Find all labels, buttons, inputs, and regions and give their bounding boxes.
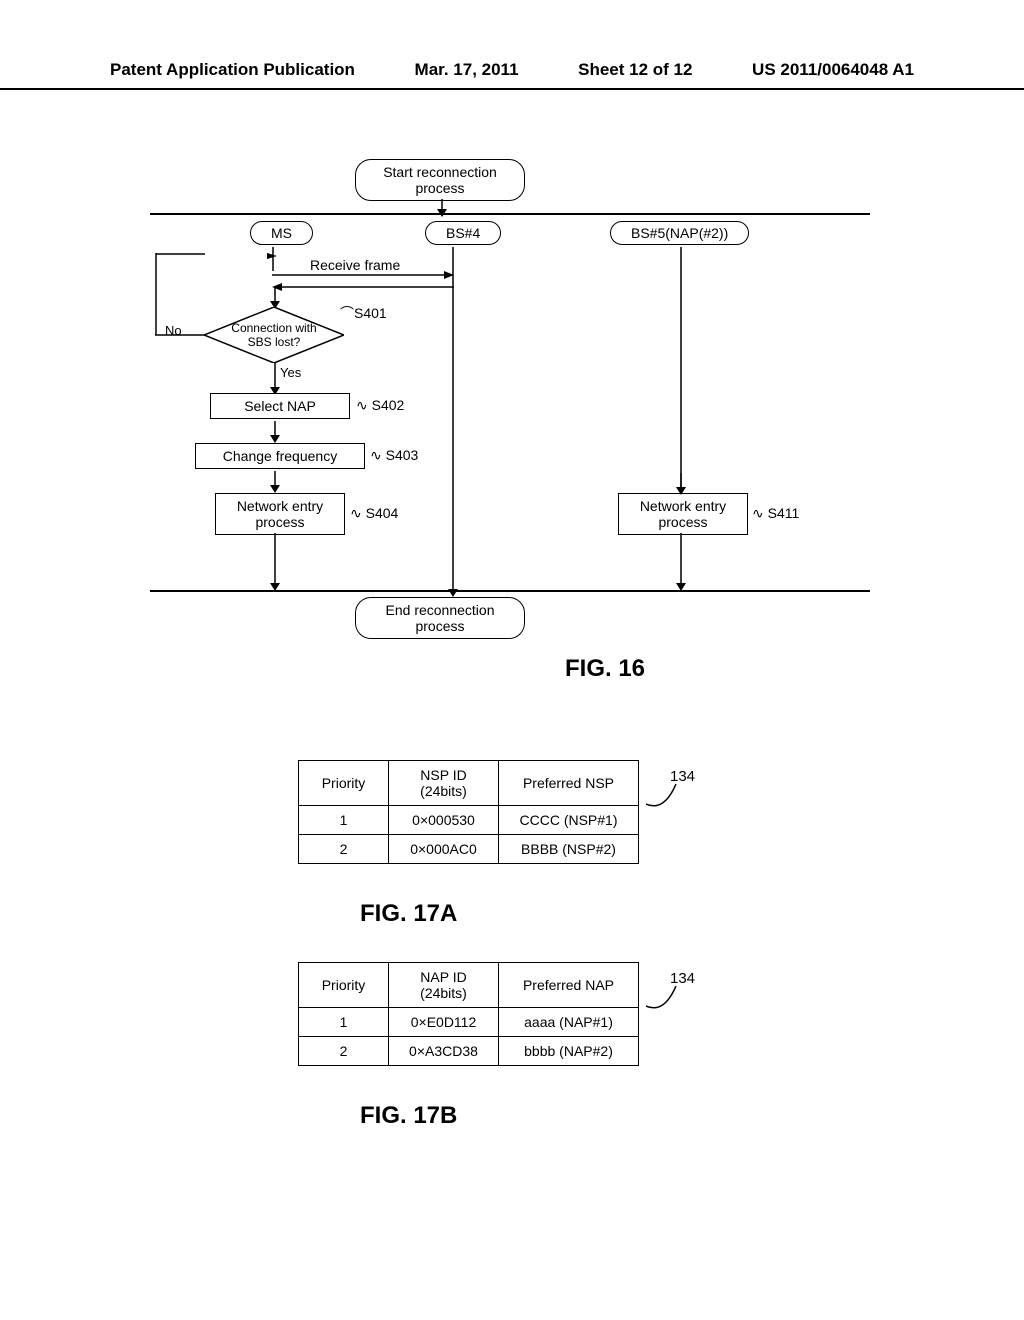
header-pubno: US 2011/0064048 A1: [752, 60, 914, 80]
fig17a-label: FIG. 17A: [360, 900, 457, 928]
table-row: 1 0×000530 CCCC (NSP#1): [299, 806, 639, 835]
callout-curve-icon: [646, 784, 682, 812]
net-entry-bs5-box: Network entry process: [618, 493, 748, 535]
lane-ms: MS: [250, 221, 313, 245]
label-s404: ∿ S404: [350, 505, 398, 522]
end-text: End reconnection process: [386, 602, 495, 634]
ms-line-1: [272, 247, 274, 271]
lane-ms-text: MS: [271, 225, 292, 241]
label-s411: ∿ S411: [752, 505, 799, 522]
lane-bs5-text: BS#5(NAP(#2)): [631, 225, 728, 241]
arrow-bs5-in-icon: [675, 473, 687, 495]
end-terminal: End reconnection process: [355, 597, 525, 639]
start-terminal: Start reconnection process: [355, 159, 525, 201]
no-loop-arrow-icon: [155, 253, 205, 337]
h-pref-b: Preferred NAP: [499, 963, 639, 1008]
label-s402: ∿ S402: [356, 397, 404, 414]
h-id-b: NAP ID (24bits): [389, 963, 499, 1008]
fig17a-ref: 134: [670, 768, 695, 785]
arrow-bs4-down-icon: [447, 565, 459, 597]
label-s401: ⌒S401: [340, 303, 387, 323]
callout-curve-icon-b: [646, 986, 682, 1014]
net-entry-ms-text: Network entry process: [237, 498, 323, 530]
cell-name-2: BBBB (NSP#2): [499, 835, 639, 864]
no-loop-arrowhead-icon: [155, 253, 277, 259]
fig17b-table: Priority NAP ID (24bits) Preferred NAP 1…: [298, 962, 639, 1066]
lane-bs4-text: BS#4: [446, 225, 480, 241]
fig17a-table: Priority NSP ID (24bits) Preferred NSP 1…: [298, 760, 639, 864]
cell-name-2b: bbbb (NAP#2): [499, 1037, 639, 1066]
divider-bottom: [150, 590, 870, 592]
h-pref: Preferred NSP: [499, 761, 639, 806]
fig17a-table-wrap: Priority NSP ID (24bits) Preferred NSP 1…: [298, 760, 639, 864]
change-freq-box: Change frequency: [195, 443, 365, 469]
start-text: Start reconnection process: [383, 164, 497, 196]
yes-label: Yes: [280, 365, 301, 380]
lifeline-bs4: [452, 247, 454, 591]
cell-pri-2b: 2: [299, 1037, 389, 1066]
fig17b-ref: 134: [670, 970, 695, 987]
cell-id-2: 0×000AC0: [389, 835, 499, 864]
fig17b-label: FIG. 17B: [360, 1102, 457, 1130]
page-header: Patent Application Publication Mar. 17, …: [0, 0, 1024, 90]
arrow-ms-down-icon: [269, 533, 281, 591]
h-priority: Priority: [299, 761, 389, 806]
receive-arrows-icon: [272, 271, 454, 291]
decision-diamond: Connection with SBS lost?: [204, 307, 344, 363]
cell-pri-1: 1: [299, 806, 389, 835]
arrow-to-decision-icon: [269, 287, 281, 309]
cell-name-1b: aaaa (NAP#1): [499, 1008, 639, 1037]
cell-name-1: CCCC (NSP#1): [499, 806, 639, 835]
lane-bs5: BS#5(NAP(#2)): [610, 221, 749, 245]
cell-id-2b: 0×A3CD38: [389, 1037, 499, 1066]
net-entry-ms-box: Network entry process: [215, 493, 345, 535]
arrow-2-icon: [269, 421, 281, 443]
decision-text: Connection with SBS lost?: [229, 321, 319, 349]
cell-pri-1b: 1: [299, 1008, 389, 1037]
table-row: 2 0×A3CD38 bbbb (NAP#2): [299, 1037, 639, 1066]
fig17b-table-wrap: Priority NAP ID (24bits) Preferred NAP 1…: [298, 962, 639, 1066]
arrow-yes-icon: [269, 363, 281, 395]
arrow-3-icon: [269, 471, 281, 493]
divider-top: [150, 213, 870, 215]
table-row: 1 0×E0D112 aaaa (NAP#1): [299, 1008, 639, 1037]
change-freq-text: Change frequency: [223, 448, 337, 464]
cell-id-1b: 0×E0D112: [389, 1008, 499, 1037]
table-row: 2 0×000AC0 BBBB (NSP#2): [299, 835, 639, 864]
net-entry-bs5-text: Network entry process: [640, 498, 726, 530]
h-id: NSP ID (24bits): [389, 761, 499, 806]
select-nap-box: Select NAP: [210, 393, 350, 419]
label-s403: ∿ S403: [370, 447, 418, 464]
cell-id-1: 0×000530: [389, 806, 499, 835]
lane-bs4: BS#4: [425, 221, 501, 245]
h-priority-b: Priority: [299, 963, 389, 1008]
header-left: Patent Application Publication: [110, 60, 355, 80]
cell-pri-2: 2: [299, 835, 389, 864]
select-nap-text: Select NAP: [244, 398, 316, 414]
header-sheet: Sheet 12 of 12: [578, 60, 692, 80]
fig16-flowchart: Start reconnection process MS BS#4 BS#5(…: [120, 165, 900, 665]
fig16-label: FIG. 16: [565, 655, 645, 683]
header-date: Mar. 17, 2011: [415, 60, 519, 80]
arrow-bs5-down-icon: [675, 533, 687, 591]
